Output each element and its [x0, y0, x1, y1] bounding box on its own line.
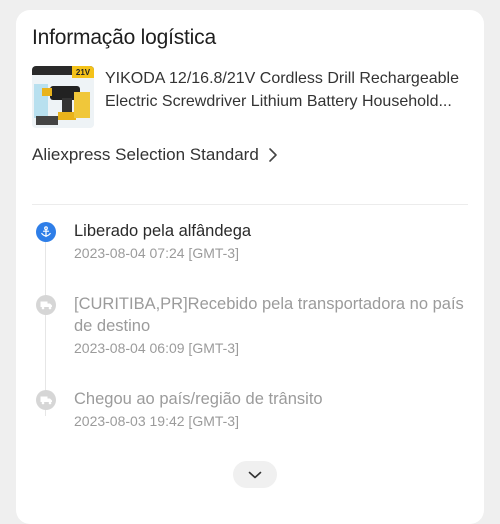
thumb-badge: 21V	[76, 68, 91, 77]
page-title: Informação logística	[32, 26, 216, 49]
event-time: 2023-08-03 19:42 [GMT-3]	[74, 413, 239, 429]
event-content: Chegou ao país/região de trânsito 2023-0…	[74, 388, 484, 431]
chevron-right-icon	[268, 148, 277, 162]
chevron-down-icon	[248, 471, 262, 478]
drill-product-image: 21V	[32, 66, 94, 128]
event-description: Liberado pela alfândega	[74, 222, 252, 240]
product-thumbnail[interactable]: 21V	[32, 66, 94, 128]
divider	[32, 204, 468, 205]
anchor-icon	[36, 222, 56, 242]
truck-icon	[36, 390, 56, 410]
shipping-method-link[interactable]: Aliexpress Selection Standard	[32, 143, 279, 167]
truck-icon	[36, 295, 56, 315]
event-description: [CURITIBA,PR]Recebido pela transportador…	[74, 295, 464, 335]
expand-timeline-button[interactable]	[233, 461, 277, 488]
event-content: [CURITIBA,PR]Recebido pela transportador…	[74, 293, 484, 358]
event-content: Liberado pela alfândega 2023-08-04 07:24…	[74, 220, 484, 263]
event-description: Chegou ao país/região de trânsito	[74, 390, 323, 408]
logistics-card: Informação logística 21V YIKODA 12/16.8/…	[16, 10, 484, 524]
shipping-method-label: Aliexpress Selection Standard	[32, 145, 259, 164]
event-time: 2023-08-04 07:24 [GMT-3]	[74, 245, 239, 261]
event-time: 2023-08-04 06:09 [GMT-3]	[74, 340, 239, 356]
product-title[interactable]: YIKODA 12/16.8/21V Cordless Drill Rechar…	[105, 67, 475, 113]
